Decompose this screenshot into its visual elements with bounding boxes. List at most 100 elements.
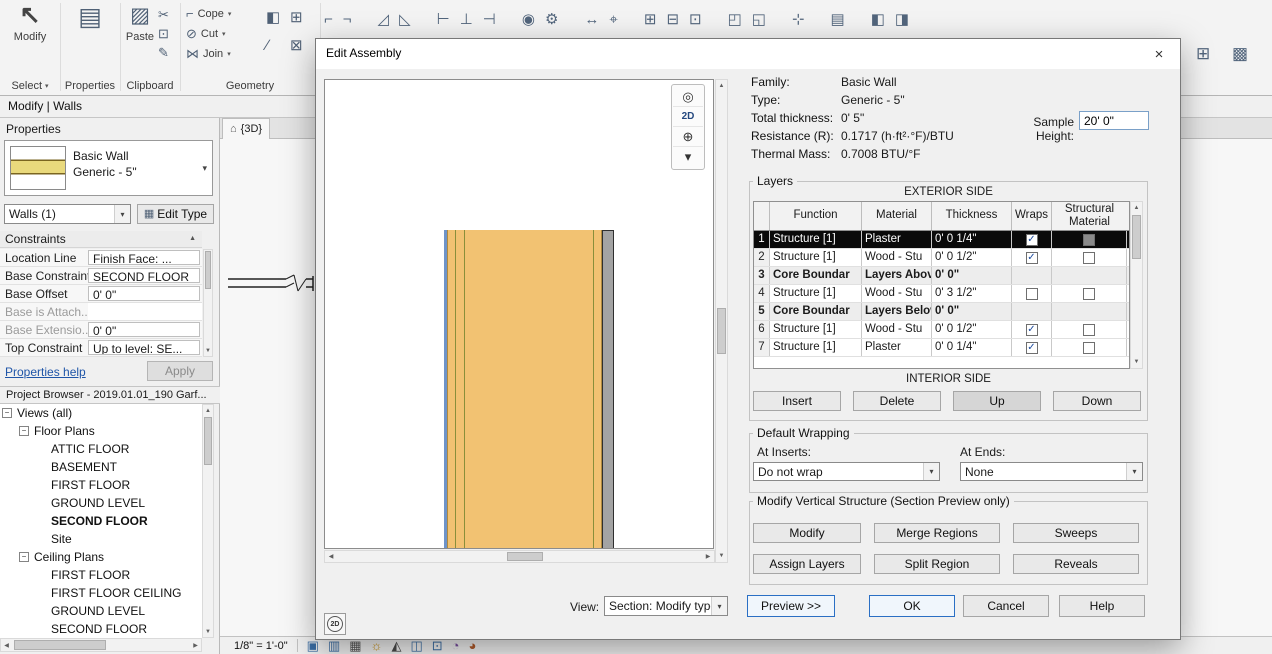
structural-material-checkbox[interactable] (1083, 287, 1095, 300)
layer-row[interactable]: 5 Core Boundar Layers Below 0' 0" (754, 303, 1129, 321)
schedule-icon[interactable]: ▤ (831, 12, 845, 27)
chevron-down-icon[interactable]: ▾ (202, 163, 207, 174)
cope-tool[interactable]: ⌐ Cope ▾ (186, 7, 231, 20)
preview-toggle-button[interactable]: Preview >> (747, 595, 835, 617)
tree-collapse-icon[interactable]: − (19, 552, 29, 562)
layer-function-cell[interactable]: Core Boundar (770, 303, 862, 320)
load-family-icon[interactable]: ◧ (871, 12, 885, 27)
property-value[interactable]: SECOND FLOOR (88, 268, 200, 283)
tree-item[interactable]: SECOND FLOOR (0, 620, 202, 638)
wraps-checkbox[interactable] (1025, 287, 1038, 300)
tree-item[interactable]: − Views (all) (0, 404, 202, 422)
scroll-right-icon[interactable]: ▶ (702, 551, 714, 562)
layer-row[interactable]: 4 Structure [1] Wood - Stu 0' 3 1/2" (754, 285, 1129, 303)
reveal-hidden-icon[interactable]: ◕ (469, 639, 477, 652)
section-box-icon[interactable]: ◱ (752, 12, 766, 27)
property-value[interactable]: 0' 0" (88, 286, 200, 301)
sample-height-input[interactable] (1079, 111, 1149, 130)
layer-material-cell[interactable]: Wood - Stu (862, 249, 932, 266)
spot-elevation-icon[interactable]: ◉ (522, 12, 535, 27)
property-value[interactable] (88, 303, 202, 320)
link-revit-icon[interactable]: ⊞ (1196, 44, 1210, 64)
pin-icon[interactable]: ⊹ (792, 12, 805, 27)
detail-level-icon[interactable]: ▥ (328, 639, 340, 652)
layer-thickness-cell[interactable]: 0' 0 1/2" (932, 249, 1012, 266)
tree-item[interactable]: FIRST FLOOR (0, 476, 202, 494)
split-element-icon[interactable]: ∕ (266, 38, 269, 53)
layer-row[interactable]: 1 Structure [1] Plaster 0' 0 1/4" ✓ (754, 231, 1129, 249)
split-region-button[interactable]: Split Region (874, 554, 1000, 574)
properties-help-link[interactable]: Properties help (5, 365, 86, 379)
paste-button[interactable]: ▨ Paste (124, 2, 156, 43)
wraps-checkbox[interactable]: ✓ (1025, 341, 1038, 354)
layer-row[interactable]: 7 Structure [1] Plaster 0' 0 1/4" ✓ (754, 339, 1129, 357)
layer-material-cell[interactable]: Plaster (862, 231, 932, 248)
merge-regions-button[interactable]: Merge Regions (874, 523, 1000, 543)
scrollbar-thumb[interactable] (205, 251, 211, 289)
section-preview-pane[interactable]: ◎ 2D ⊕ ▾ (324, 79, 714, 549)
view-cube-2d-icon[interactable]: 2D (673, 107, 703, 127)
structural-material-checkbox[interactable] (1083, 341, 1095, 354)
constraints-group-header[interactable]: Constraints ▲ (0, 231, 202, 248)
preview-horizontal-scrollbar[interactable]: ◀ ▶ (324, 550, 715, 563)
modify-button[interactable]: Modify (753, 523, 861, 543)
zoom-icon[interactable]: ⊕ (673, 127, 703, 147)
layers-scrollbar[interactable]: ▲ ▼ (1130, 201, 1143, 369)
select-dropdown[interactable]: Select ▾ (0, 80, 60, 92)
tree-collapse-icon[interactable]: − (2, 408, 12, 418)
view-scale-icon[interactable]: ▣ (307, 639, 319, 652)
copy-icon[interactable]: ⊡ (158, 27, 169, 40)
view-tab-3d[interactable]: ⌂ {3D} (222, 118, 271, 139)
layer-thickness-cell[interactable]: 0' 0" (932, 267, 1012, 284)
preview-2d-icon[interactable]: 2D (324, 613, 346, 635)
browser-vertical-scrollbar[interactable]: ▲ ▼ (202, 404, 214, 638)
paint-bucket-icon[interactable]: ◧ (266, 10, 280, 25)
layer-row[interactable]: 2 Structure [1] Wood - Stu 0' 0 1/2" ✓ (754, 249, 1129, 267)
type-selector[interactable]: Basic Wall Generic - 5" ▾ (4, 140, 213, 196)
structural-material-checkbox[interactable] (1083, 251, 1095, 264)
collapse-chevron-icon[interactable]: ▲ (189, 235, 196, 242)
structural-material-checkbox[interactable] (1083, 323, 1095, 336)
layer-material-cell[interactable]: Layers Below (862, 303, 932, 320)
tree-item[interactable]: FIRST FLOOR CEILING (0, 584, 202, 602)
scroll-up-icon[interactable]: ▲ (1131, 202, 1142, 214)
demolish-icon[interactable]: ⊠ (290, 38, 303, 53)
at-ends-dropdown[interactable]: None ▾ (960, 462, 1143, 481)
insert-component-icon[interactable]: ◨ (895, 12, 909, 27)
ramp-tool-icon[interactable]: ◺ (399, 12, 411, 27)
insert-button[interactable]: Insert (753, 391, 841, 411)
scroll-down-icon[interactable]: ▼ (1131, 356, 1142, 368)
tree-item[interactable]: Site (0, 530, 202, 548)
scrollbar-thumb[interactable] (14, 640, 106, 650)
down-button[interactable]: Down (1053, 391, 1141, 411)
scroll-up-icon[interactable]: ▲ (203, 405, 213, 416)
scissors-icon[interactable]: ✂ (158, 8, 169, 21)
scrollbar-thumb[interactable] (717, 308, 726, 354)
tree-item[interactable]: BASEMENT (0, 458, 202, 476)
selection-filter-dropdown[interactable]: Walls (1) ▾ (4, 204, 131, 224)
slope-tool-icon[interactable]: ◿ (378, 12, 390, 27)
scroll-down-icon[interactable]: ▼ (204, 346, 212, 356)
cut-geometry-tool[interactable]: ⊘ Cut ▾ (186, 27, 226, 40)
layer-thickness-cell[interactable]: 0' 0" (932, 303, 1012, 320)
scroll-up-icon[interactable]: ▲ (716, 80, 727, 92)
settings-gear-icon[interactable]: ⚙ (545, 12, 558, 27)
dialog-titlebar[interactable]: Edit Assembly × (316, 39, 1180, 69)
tree-item[interactable]: − Floor Plans (0, 422, 202, 440)
sun-path-icon[interactable]: ☼ (371, 639, 383, 652)
aligned-dimension-icon[interactable]: ⌖ (609, 12, 617, 27)
manage-links-icon[interactable]: ▩ (1232, 44, 1248, 64)
properties-button[interactable]: ▤ (66, 4, 114, 31)
layer-thickness-cell[interactable]: 0' 3 1/2" (932, 285, 1012, 302)
layer-thickness-cell[interactable]: 0' 0 1/2" (932, 321, 1012, 338)
steering-wheel-icon[interactable]: ◎ (673, 87, 703, 107)
solid-display-icon[interactable]: ◰ (728, 12, 742, 27)
create-parts-icon[interactable]: ⊡ (689, 12, 702, 27)
delete-button[interactable]: Delete (853, 391, 941, 411)
preview-view-dropdown[interactable]: Section: Modify type ▾ (604, 596, 728, 616)
join-tool[interactable]: ⋈ Join ▾ (186, 47, 231, 60)
wraps-checkbox[interactable]: ✓ (1025, 251, 1038, 264)
layer-row[interactable]: 3Core BoundarLayers Above0' 0" (754, 267, 1129, 285)
view-scale-label[interactable]: 1/8" = 1'-0" (234, 640, 288, 652)
shadows-icon[interactable]: ◭ (391, 639, 401, 652)
